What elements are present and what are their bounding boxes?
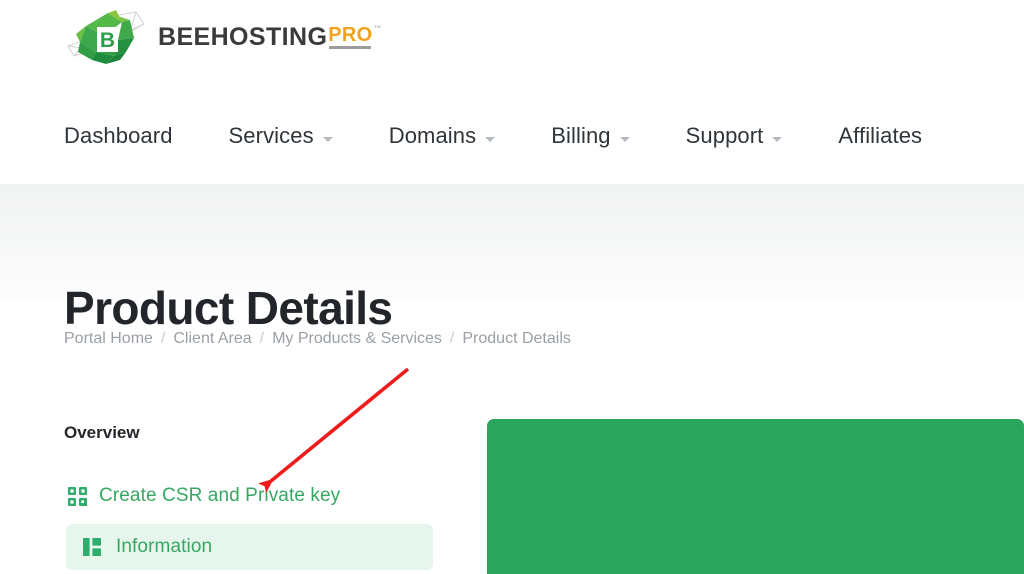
chevron-down-icon [620,137,630,142]
logo-name-primary: BEEHOSTING [158,25,327,50]
sidebar-item-information-label: Information [116,536,212,558]
grid-squares-icon [66,485,88,507]
product-details-panel [487,419,1024,574]
site-logo[interactable]: B BEEHOSTING PRO ™ [64,8,382,66]
logo-underline-bar [329,46,370,49]
page-root: B BEEHOSTING PRO ™ Dashboard Services [0,0,1024,574]
nav-item-billing[interactable]: Billing [551,123,629,149]
breadcrumb-item-product-details: Product Details [462,330,571,348]
sidebar-item-create-csr[interactable]: Create CSR and Private key [66,483,340,509]
svg-text:B: B [100,29,115,52]
nav-item-domains[interactable]: Domains [389,123,496,149]
breadcrumb-item-my-products-services[interactable]: My Products & Services [272,330,442,348]
overview-heading: Overview [64,423,140,443]
sidebar-item-create-csr-label: Create CSR and Private key [99,485,340,507]
breadcrumb-item-portal-home[interactable]: Portal Home [64,330,153,348]
nav-item-services[interactable]: Services [229,123,333,149]
breadcrumb-separator: / [161,330,165,348]
nav-item-label: Affiliates [838,123,922,149]
sidebar-item-information[interactable]: Information [66,524,433,570]
chevron-down-icon [485,137,495,142]
breadcrumb: Portal Home / Client Area / My Products … [64,330,571,348]
chevron-down-icon [772,137,782,142]
trademark-symbol: ™ [374,25,382,33]
nav-item-label: Domains [389,123,477,149]
breadcrumb-separator: / [450,330,454,348]
logo-pro-wrap: PRO [328,25,372,45]
site-header: B BEEHOSTING PRO ™ Dashboard Services [0,0,1024,184]
nav-item-label: Dashboard [64,123,173,149]
breadcrumb-separator: / [260,330,264,348]
logo-name-secondary: PRO [328,24,372,46]
nav-item-dashboard[interactable]: Dashboard [64,123,173,149]
nav-item-label: Support [686,123,764,149]
page-title: Product Details [64,284,392,332]
layout-panels-icon [82,537,102,557]
nav-item-affiliates[interactable]: Affiliates [838,123,922,149]
site-logo-wordmark: BEEHOSTING PRO ™ [158,25,382,50]
beehosting-hexagon-logo-icon: B [64,8,150,66]
breadcrumb-item-client-area[interactable]: Client Area [173,330,251,348]
main-navigation: Dashboard Services Domains Billing Suppo… [64,112,922,160]
nav-item-support[interactable]: Support [686,123,783,149]
nav-item-label: Billing [551,123,610,149]
nav-item-label: Services [229,123,314,149]
chevron-down-icon [323,137,333,142]
